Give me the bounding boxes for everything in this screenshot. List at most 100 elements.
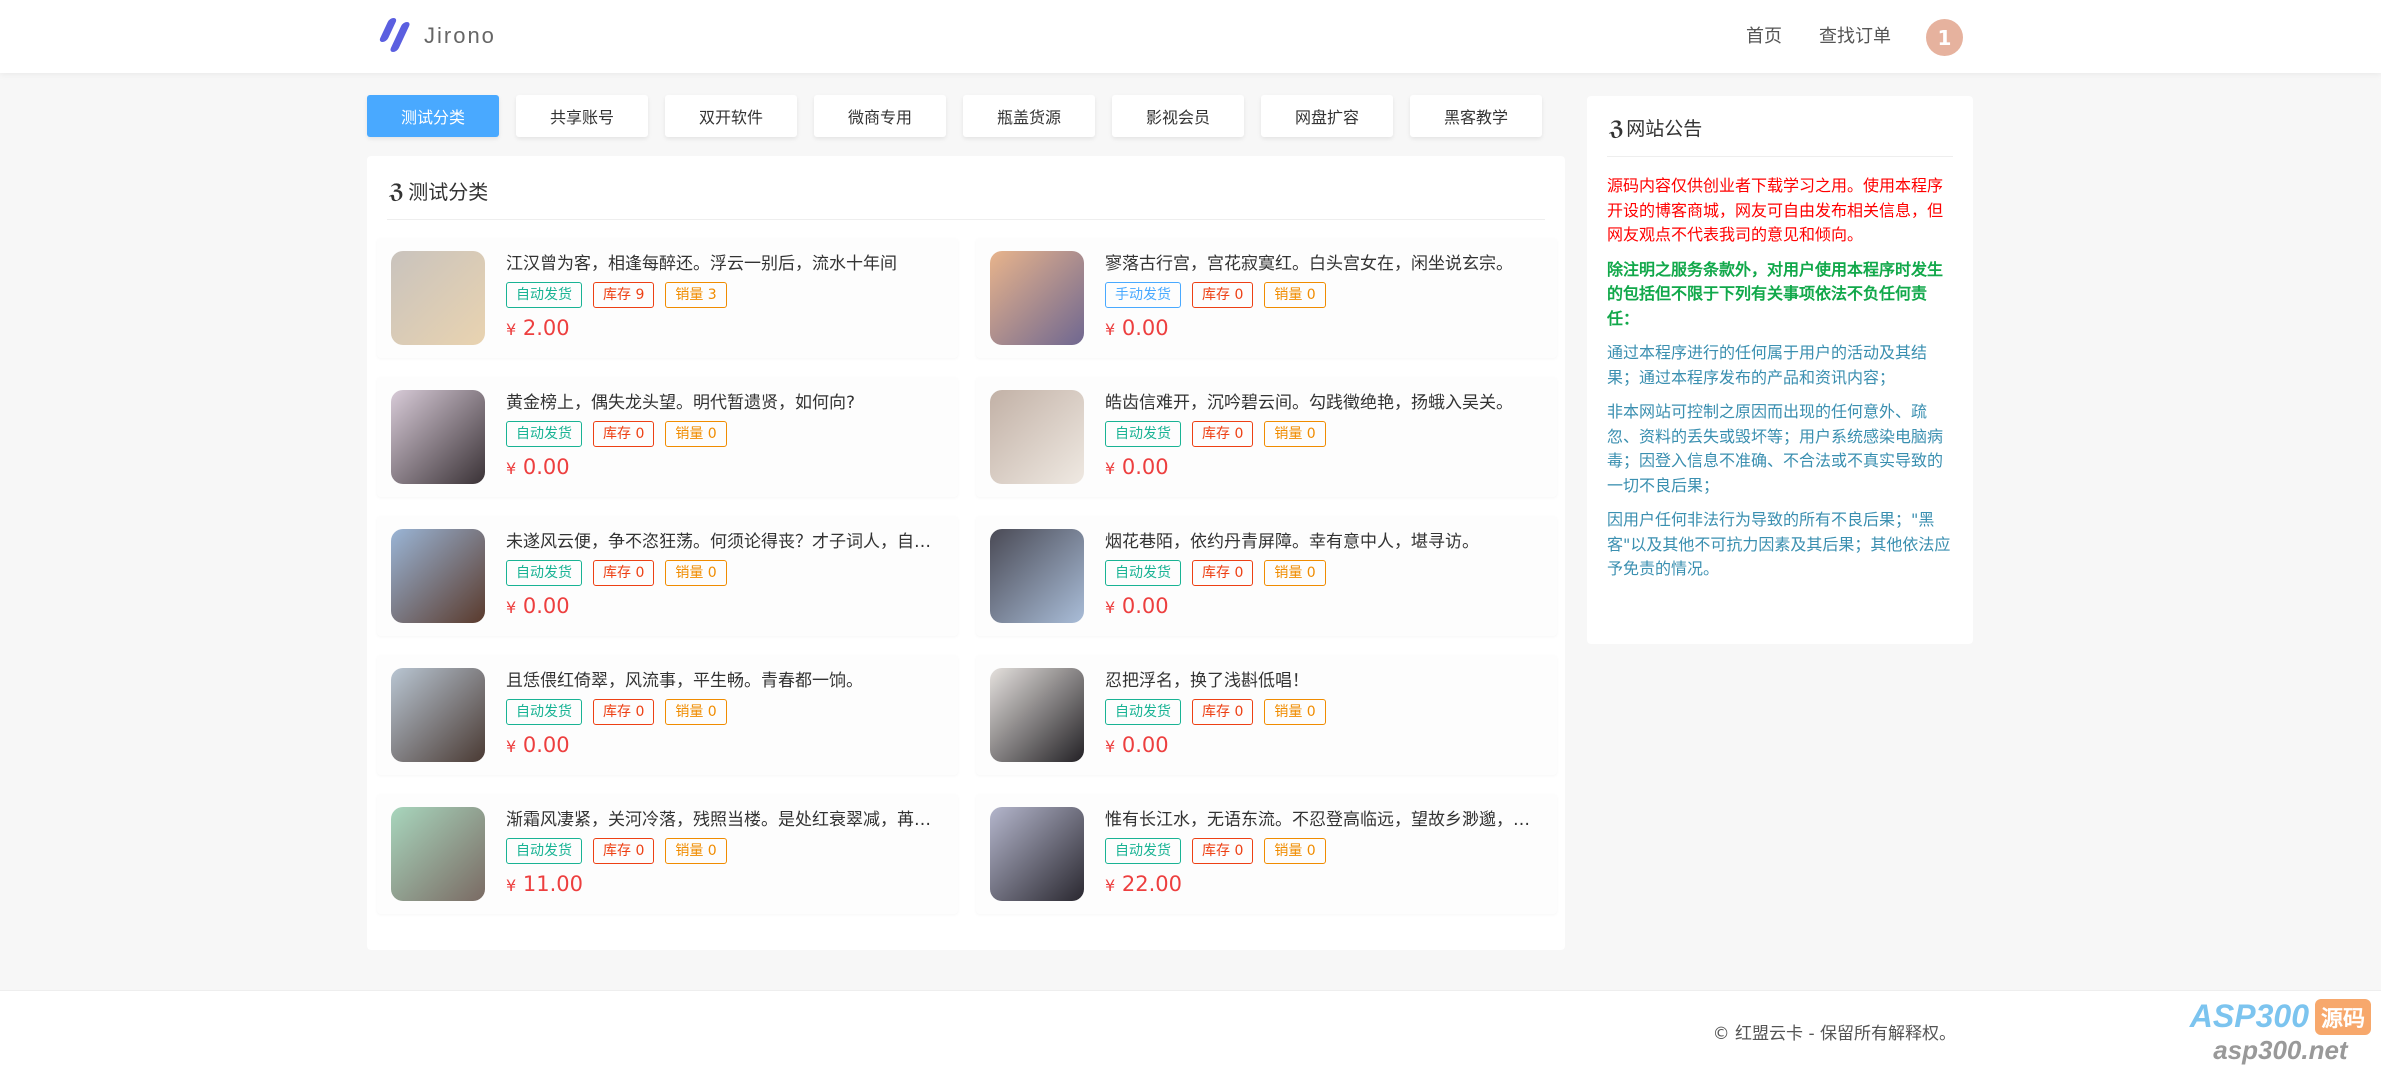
product-title[interactable]: 忍把浮名，换了浅斟低唱！ bbox=[1105, 667, 1543, 695]
sales-badge: 销量 3 bbox=[665, 282, 727, 308]
tab-5[interactable]: 影视会员 bbox=[1112, 95, 1244, 137]
price-value: 0.00 bbox=[1121, 316, 1169, 340]
product-card[interactable]: 惟有长江水，无语东流。不忍登高临远，望故乡渺邈，归思难收。 自动发货 库存 0 … bbox=[976, 794, 1557, 914]
price-value: 0.00 bbox=[1121, 594, 1169, 618]
product-card[interactable]: 黄金榜上，偶失龙头望。明代暂遗贤，如何向? 自动发货 库存 0 销量 0 ¥ 0… bbox=[377, 377, 958, 497]
product-price: ¥ 2.00 bbox=[506, 316, 944, 340]
price-value: 0.00 bbox=[1121, 455, 1169, 479]
product-title[interactable]: 烟花巷陌，依约丹青屏障。幸有意中人，堪寻访。 bbox=[1105, 528, 1543, 556]
delivery-badge: 自动发货 bbox=[506, 560, 582, 586]
product-image[interactable] bbox=[990, 529, 1084, 623]
stock-badge: 库存 0 bbox=[593, 838, 655, 864]
product-image[interactable] bbox=[391, 668, 485, 762]
footer: © 红盟云卡 - 保留所有解释权。 bbox=[0, 990, 2381, 1068]
announcement-title-text: 网站公告 bbox=[1626, 118, 1703, 140]
currency: ¥ bbox=[1105, 598, 1116, 617]
announcement-paragraph: 源码内容仅供创业者下载学习之用。使用本程序开设的博客商城，网友可自由发布相关信息… bbox=[1607, 176, 1944, 244]
category-tabs: 测试分类 共享账号 双开软件 微商专用 瓶盖货源 影视会员 网盘扩容 黑客教学 bbox=[367, 95, 1542, 137]
currency: ¥ bbox=[506, 737, 517, 756]
product-card[interactable]: 渐霜风凄紧，关河冷落，残照当楼。是处红衰翠减，苒苒物华休。 自动发货 库存 0 … bbox=[377, 794, 958, 914]
currency: ¥ bbox=[1105, 876, 1116, 895]
delivery-badge: 自动发货 bbox=[1105, 560, 1181, 586]
product-title[interactable]: 江汉曾为客，相逢每醉还。浮云一别后，流水十年间 bbox=[506, 250, 944, 278]
product-card[interactable]: 忍把浮名，换了浅斟低唱！ 自动发货 库存 0 销量 0 ¥ 0.00 bbox=[976, 655, 1557, 775]
announcement-paragraph: 除注明之服务条款外，对用户使用本程序时发生的包括但不限于下列有关事项依法不负任何… bbox=[1607, 259, 1944, 328]
avatar[interactable]: 1 bbox=[1926, 19, 1963, 56]
tab-4[interactable]: 瓶盖货源 bbox=[963, 95, 1095, 137]
delivery-badge: 自动发货 bbox=[506, 421, 582, 447]
price-value: 0.00 bbox=[522, 594, 570, 618]
product-card[interactable]: 江汉曾为客，相逢每醉还。浮云一别后，流水十年间 自动发货 库存 9 销量 3 ¥… bbox=[377, 238, 958, 358]
price-value: 0.00 bbox=[522, 455, 570, 479]
product-image[interactable] bbox=[990, 668, 1084, 762]
product-image[interactable] bbox=[990, 390, 1084, 484]
product-image[interactable] bbox=[391, 390, 485, 484]
product-title[interactable]: 皓齿信难开，沉吟碧云间。勾践徵绝艳，扬蛾入吴关。 bbox=[1105, 389, 1543, 417]
stock-badge: 库存 0 bbox=[1192, 560, 1254, 586]
delivery-badge: 自动发货 bbox=[506, 282, 582, 308]
stock-badge: 库存 0 bbox=[1192, 838, 1254, 864]
currency: ¥ bbox=[1105, 320, 1116, 339]
announcement-paragraph: 非本网站可控制之原因而出现的任何意外、疏忽、资料的丢失或毁坏等；用户系统感染电脑… bbox=[1607, 402, 1944, 495]
product-price: ¥ 11.00 bbox=[506, 872, 944, 896]
product-image[interactable] bbox=[990, 807, 1084, 901]
logo[interactable]: Jirono bbox=[376, 18, 496, 54]
product-card[interactable]: 烟花巷陌，依约丹青屏障。幸有意中人，堪寻访。 自动发货 库存 0 销量 0 ¥ … bbox=[976, 516, 1557, 636]
product-card[interactable]: 寥落古行宫，宫花寂寞红。白头宫女在，闲坐说玄宗。 手动发货 库存 0 销量 0 … bbox=[976, 238, 1557, 358]
product-price: ¥ 0.00 bbox=[1105, 455, 1543, 479]
product-image[interactable] bbox=[391, 251, 485, 345]
product-price: ¥ 0.00 bbox=[1105, 733, 1543, 757]
product-price: ¥ 0.00 bbox=[1105, 316, 1543, 340]
product-card[interactable]: 未遂风云便，争不恣狂荡。何须论得丧？才子词人，自是白衣卿相。 自动发货 库存 0… bbox=[377, 516, 958, 636]
tab-0[interactable]: 测试分类 bbox=[367, 95, 499, 137]
product-title[interactable]: 寥落古行宫，宫花寂寞红。白头宫女在，闲坐说玄宗。 bbox=[1105, 250, 1543, 278]
price-value: 0.00 bbox=[1121, 733, 1169, 757]
product-card[interactable]: 皓齿信难开，沉吟碧云间。勾践徵绝艳，扬蛾入吴关。 自动发货 库存 0 销量 0 … bbox=[976, 377, 1557, 497]
sales-badge: 销量 0 bbox=[665, 699, 727, 725]
tab-1[interactable]: 共享账号 bbox=[516, 95, 648, 137]
sales-badge: 销量 0 bbox=[665, 838, 727, 864]
currency: ¥ bbox=[506, 320, 517, 339]
sales-badge: 销量 0 bbox=[665, 560, 727, 586]
delivery-badge: 手动发货 bbox=[1105, 282, 1181, 308]
panel-title-text: 测试分类 bbox=[408, 180, 489, 204]
price-value: 0.00 bbox=[522, 733, 570, 757]
tab-6[interactable]: 网盘扩容 bbox=[1261, 95, 1393, 137]
currency: ¥ bbox=[1105, 737, 1116, 756]
delivery-badge: 自动发货 bbox=[506, 699, 582, 725]
logo-icon bbox=[376, 18, 412, 54]
product-image[interactable] bbox=[990, 251, 1084, 345]
product-list: 江汉曾为客，相逢每醉还。浮云一别后，流水十年间 自动发货 库存 9 销量 3 ¥… bbox=[377, 238, 1557, 914]
product-card[interactable]: 且恁偎红倚翠，风流事，平生畅。青春都一饷。 自动发货 库存 0 销量 0 ¥ 0… bbox=[377, 655, 958, 775]
watermark-logo: ASP300 源码 asp300.net bbox=[2190, 998, 2371, 1066]
sales-badge: 销量 0 bbox=[1264, 838, 1326, 864]
product-image[interactable] bbox=[391, 807, 485, 901]
watermark-url: asp300.net bbox=[2213, 1035, 2348, 1065]
nav-find-order[interactable]: 查找订单 bbox=[1819, 22, 1891, 48]
delivery-badge: 自动发货 bbox=[1105, 421, 1181, 447]
currency: ¥ bbox=[506, 598, 517, 617]
watermark-badge: 源码 bbox=[2314, 998, 2371, 1035]
announcement-panel: ℨ 网站公告 源码内容仅供创业者下载学习之用。使用本程序开设的博客商城，网友可自由… bbox=[1587, 96, 1973, 644]
product-title[interactable]: 黄金榜上，偶失龙头望。明代暂遗贤，如何向? bbox=[506, 389, 944, 417]
product-panel: ℨ 测试分类 江汉曾为客，相逢每醉还。浮云一别后，流水十年间 自动发货 库存 9 … bbox=[367, 156, 1565, 950]
currency: ¥ bbox=[506, 876, 517, 895]
product-image[interactable] bbox=[391, 529, 485, 623]
product-title[interactable]: 惟有长江水，无语东流。不忍登高临远，望故乡渺邈，归思难收。 bbox=[1105, 806, 1543, 834]
delivery-badge: 自动发货 bbox=[506, 838, 582, 864]
tab-7[interactable]: 黑客教学 bbox=[1410, 95, 1542, 137]
product-title[interactable]: 且恁偎红倚翠，风流事，平生畅。青春都一饷。 bbox=[506, 667, 944, 695]
tab-3[interactable]: 微商专用 bbox=[814, 95, 946, 137]
price-value: 2.00 bbox=[522, 316, 570, 340]
divider bbox=[1607, 156, 1953, 157]
product-price: ¥ 0.00 bbox=[1105, 594, 1543, 618]
sales-badge: 销量 0 bbox=[1264, 699, 1326, 725]
product-title[interactable]: 渐霜风凄紧，关河冷落，残照当楼。是处红衰翠减，苒苒物华休。 bbox=[506, 806, 944, 834]
nav-home[interactable]: 首页 bbox=[1746, 22, 1782, 48]
css3-icon: ℨ bbox=[389, 178, 405, 203]
stock-badge: 库存 9 bbox=[593, 282, 655, 308]
stock-badge: 库存 0 bbox=[593, 699, 655, 725]
tab-2[interactable]: 双开软件 bbox=[665, 95, 797, 137]
stock-badge: 库存 0 bbox=[1192, 699, 1254, 725]
product-title[interactable]: 未遂风云便，争不恣狂荡。何须论得丧？才子词人，自是白衣卿相。 bbox=[506, 528, 944, 556]
